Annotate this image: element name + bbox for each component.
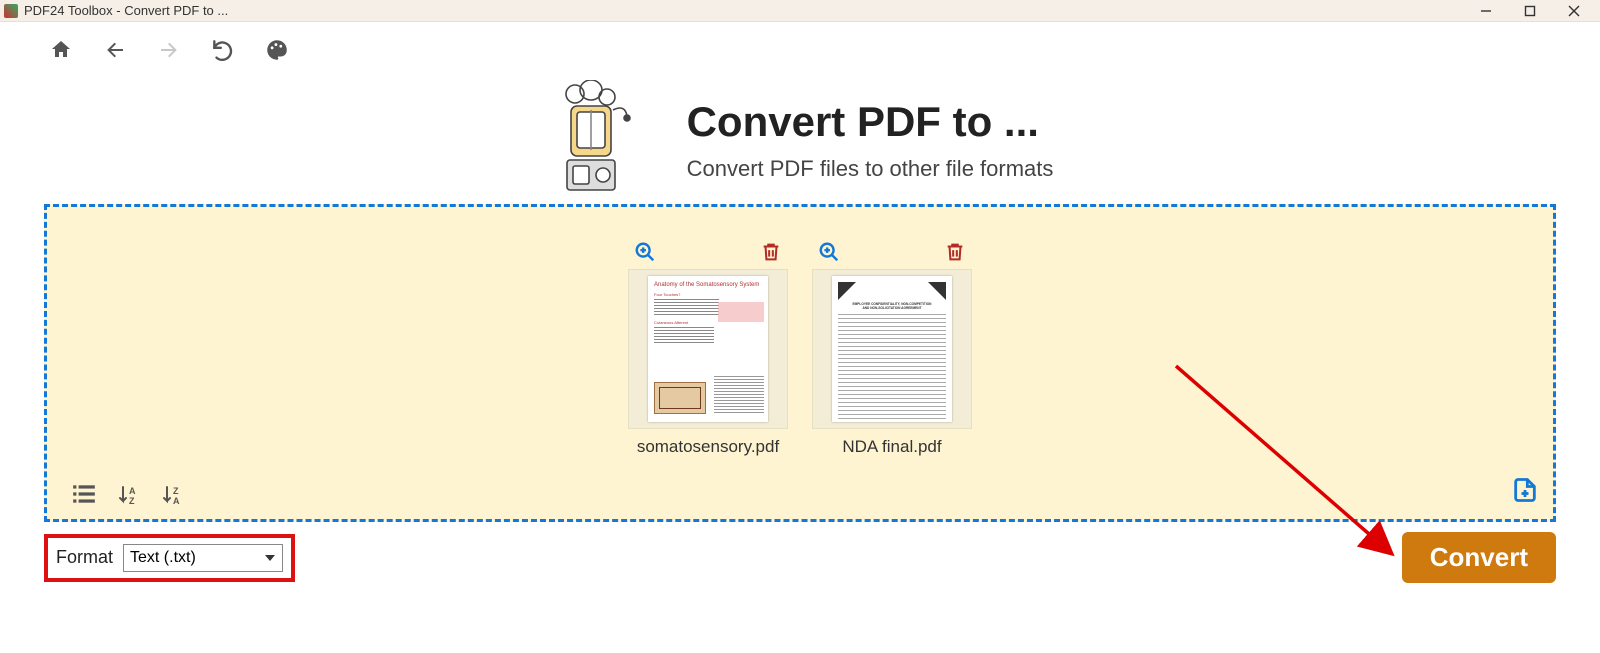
window-titlebar: PDF24 Toolbox - Convert PDF to ... (0, 0, 1600, 22)
convert-button[interactable]: Convert (1402, 532, 1556, 583)
format-highlight: Format Text (.txt) (44, 534, 295, 582)
footer: Format Text (.txt) Convert (0, 522, 1600, 583)
file-card: EMPLOYEE CONFIDENTIALITY, NON-COMPETITIO… (812, 241, 972, 457)
hero: Convert PDF to ... Convert PDF files to … (0, 70, 1600, 204)
file-name: somatosensory.pdf (637, 437, 779, 457)
forward-button[interactable] (156, 37, 182, 63)
svg-text:A: A (129, 486, 136, 496)
maximize-button[interactable] (1508, 0, 1552, 22)
window-title: PDF24 Toolbox - Convert PDF to ... (24, 3, 228, 18)
format-label: Format (56, 547, 113, 568)
file-name: NDA final.pdf (842, 437, 941, 457)
file-card: Anatomy of the Somatosensory System Four… (628, 241, 788, 457)
theme-button[interactable] (264, 37, 290, 63)
undo-button[interactable] (210, 37, 236, 63)
sort-za-icon[interactable]: ZA (161, 483, 185, 507)
svg-text:Z: Z (173, 486, 179, 496)
delete-icon[interactable] (944, 241, 966, 263)
add-file-button[interactable] (1511, 476, 1539, 509)
format-select[interactable]: Text (.txt) (123, 544, 283, 572)
svg-text:A: A (173, 496, 180, 506)
delete-icon[interactable] (760, 241, 782, 263)
file-thumbnail[interactable]: EMPLOYEE CONFIDENTIALITY, NON-COMPETITIO… (812, 269, 972, 429)
app-icon (4, 4, 18, 18)
hero-illustration (547, 80, 637, 200)
zoom-icon[interactable] (818, 241, 840, 263)
toolbar (0, 22, 1600, 70)
sort-az-icon[interactable]: AZ (117, 483, 141, 507)
page-subtitle: Convert PDF files to other file formats (687, 156, 1054, 182)
file-thumbnail[interactable]: Anatomy of the Somatosensory System Four… (628, 269, 788, 429)
close-button[interactable] (1552, 0, 1596, 22)
list-view-icon[interactable] (71, 483, 97, 507)
home-button[interactable] (48, 37, 74, 63)
minimize-button[interactable] (1464, 0, 1508, 22)
back-button[interactable] (102, 37, 128, 63)
zoom-icon[interactable] (634, 241, 656, 263)
svg-text:Z: Z (129, 496, 135, 506)
page-title: Convert PDF to ... (687, 98, 1054, 146)
file-dropzone[interactable]: Anatomy of the Somatosensory System Four… (44, 204, 1556, 522)
